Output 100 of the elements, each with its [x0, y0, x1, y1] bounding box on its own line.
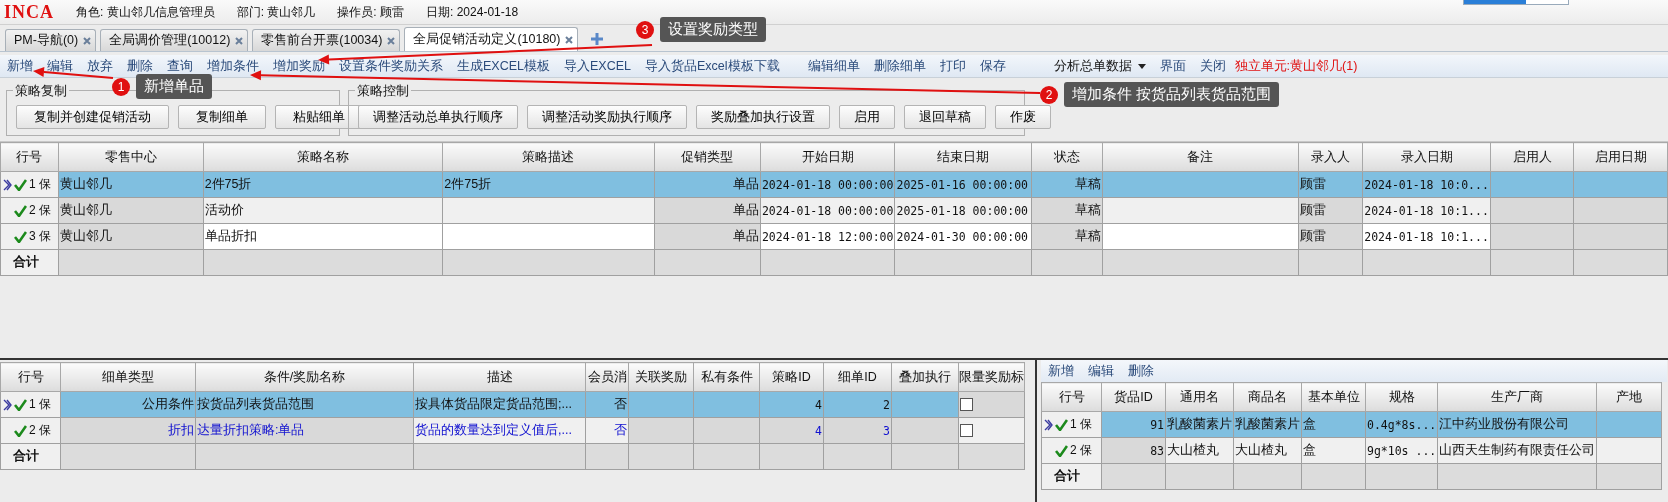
column-header[interactable]: 细单类型: [60, 362, 196, 392]
toolbar-button[interactable]: 编辑: [40, 56, 80, 76]
toolbar-button[interactable]: 保存: [972, 56, 1013, 76]
table-cell: 2025-01-16 00:00:00: [894, 171, 1032, 198]
column-header[interactable]: 零售中心: [58, 142, 204, 172]
column-header[interactable]: 限量奖励标: [958, 362, 1025, 392]
row-label: 1 保: [29, 396, 51, 413]
column-header[interactable]: 行号: [0, 142, 59, 172]
table-cell: 单品: [654, 197, 761, 224]
row-header[interactable]: 1 保: [0, 171, 59, 198]
table-cell: 山西天生制药有限责任公司: [1437, 437, 1597, 464]
row-header[interactable]: 2 保: [0, 197, 59, 224]
action-button[interactable]: 奖励叠加执行设置: [696, 105, 830, 129]
toolbar-button[interactable]: 放弃: [80, 56, 120, 76]
toolbar-button[interactable]: 增加条件: [200, 56, 266, 76]
column-header[interactable]: 会员消: [585, 362, 629, 392]
toolbar-button[interactable]: 打印: [932, 56, 973, 76]
table-cell: 单品: [654, 223, 761, 250]
column-header[interactable]: 通用名: [1165, 382, 1234, 412]
toolbar-button[interactable]: 界面: [1152, 56, 1193, 76]
dropdown-button[interactable]: 分析总单数据: [1046, 56, 1153, 76]
toolbar-button[interactable]: 编辑细单: [800, 56, 867, 76]
column-header[interactable]: 私有条件: [693, 362, 760, 392]
column-header[interactable]: 策略描述: [442, 142, 655, 172]
row-header[interactable]: 3 保: [0, 223, 59, 250]
column-header[interactable]: 策略ID: [759, 362, 824, 392]
table-cell: 9g*10s ...: [1365, 437, 1438, 464]
column-header[interactable]: 策略名称: [203, 142, 443, 172]
column-header[interactable]: 开始日期: [760, 142, 895, 172]
toolbar-button[interactable]: 导入货品Excel模板下载: [638, 56, 787, 76]
column-header[interactable]: 规格: [1365, 382, 1438, 412]
table-cell: 货品的数量达到定义值后,...: [413, 417, 586, 444]
column-header[interactable]: 产地: [1596, 382, 1662, 412]
row-header[interactable]: 2 保: [0, 417, 61, 444]
toolbar-button[interactable]: 增加奖励: [266, 56, 332, 76]
tab-label: PM-导航(0): [14, 32, 79, 49]
toolbar-button[interactable]: 编辑: [1081, 361, 1121, 381]
total-label: 合计: [0, 443, 61, 470]
column-header[interactable]: 叠加执行: [891, 362, 959, 392]
column-header[interactable]: 条件/奖励名称: [195, 362, 414, 392]
callout-text: 新增单品: [136, 74, 212, 99]
column-header[interactable]: 促销类型: [654, 142, 761, 172]
column-header[interactable]: 启用人: [1490, 142, 1574, 172]
column-header[interactable]: 货品ID: [1101, 382, 1166, 412]
action-button[interactable]: 启用: [839, 105, 895, 129]
action-button[interactable]: 调整活动奖励执行顺序: [527, 105, 687, 129]
toolbar-button[interactable]: 删除细单: [866, 56, 933, 76]
toolbar-button[interactable]: 导入EXCEL: [557, 56, 638, 76]
column-header[interactable]: 描述: [413, 362, 586, 392]
row-header[interactable]: 1 保: [1041, 411, 1102, 438]
row-header[interactable]: 2 保: [1041, 437, 1102, 464]
toolbar-button[interactable]: 查询: [160, 56, 200, 76]
tab[interactable]: 零售前台开票(10034): [252, 29, 401, 51]
table-cell: 大山楂丸: [1165, 437, 1234, 464]
column-header[interactable]: 状态: [1031, 142, 1103, 172]
total-label: 合计: [0, 249, 59, 276]
table-cell: 黄山邻几: [58, 223, 204, 250]
toolbar-button[interactable]: 新增: [1041, 361, 1081, 381]
caret-icon: [1137, 63, 1146, 69]
column-header[interactable]: 备注: [1102, 142, 1299, 172]
column-header[interactable]: 结束日期: [894, 142, 1032, 172]
toolbar-button[interactable]: 生成EXCEL模板: [450, 56, 557, 76]
table-cell: 草稿: [1031, 223, 1103, 250]
column-header[interactable]: 细单ID: [823, 362, 892, 392]
header-info: 操作员: 顾雷: [337, 3, 405, 21]
column-header[interactable]: 行号: [1041, 382, 1102, 412]
column-header[interactable]: 录入人: [1298, 142, 1363, 172]
chevron-icon: [3, 178, 12, 191]
row-header[interactable]: 1 保: [0, 391, 61, 418]
checkbox[interactable]: [960, 398, 973, 411]
table-cell: 2024-01-18 10:1...: [1362, 197, 1491, 224]
toolbar-button[interactable]: 关闭: [1192, 56, 1233, 76]
tab[interactable]: PM-导航(0): [5, 29, 97, 51]
action-button[interactable]: 退回草稿: [904, 105, 986, 129]
action-button[interactable]: 复制细单: [178, 105, 266, 129]
toolbar-button[interactable]: 新增: [0, 56, 40, 76]
table-cell: 折扣: [60, 417, 196, 444]
column-header[interactable]: 行号: [0, 362, 61, 392]
close-icon: [386, 35, 397, 46]
toolbar-button[interactable]: 设置条件奖励关系: [332, 56, 450, 76]
tab[interactable]: 全局调价管理(10012): [100, 29, 249, 51]
checkbox[interactable]: [960, 424, 973, 437]
column-header[interactable]: 启用日期: [1573, 142, 1668, 172]
toolbar-button[interactable]: 删除: [1121, 361, 1161, 381]
action-button[interactable]: 调整活动总单执行顺序: [358, 105, 518, 129]
action-button[interactable]: 作废: [995, 105, 1051, 129]
table-cell: 单品折扣: [203, 223, 443, 250]
close-icon: [234, 35, 245, 46]
action-button[interactable]: 复制并创建促销活动: [16, 105, 169, 129]
column-header[interactable]: 关联奖励: [628, 362, 694, 392]
tab[interactable]: 全局促销活动定义(10180): [404, 27, 579, 51]
column-header[interactable]: 基本单位: [1301, 382, 1366, 412]
column-header[interactable]: 商品名: [1233, 382, 1302, 412]
column-header[interactable]: 生产厂商: [1437, 382, 1597, 412]
table-cell: 2024-01-18 10:0...: [1362, 171, 1491, 198]
table-cell: 达量折扣策略:单品: [195, 417, 414, 444]
column-header[interactable]: 录入日期: [1362, 142, 1491, 172]
table-cell: 2件75折: [442, 171, 655, 198]
segmented-control[interactable]: [1463, 0, 1569, 5]
toolbar-button[interactable]: 删除: [120, 56, 160, 76]
